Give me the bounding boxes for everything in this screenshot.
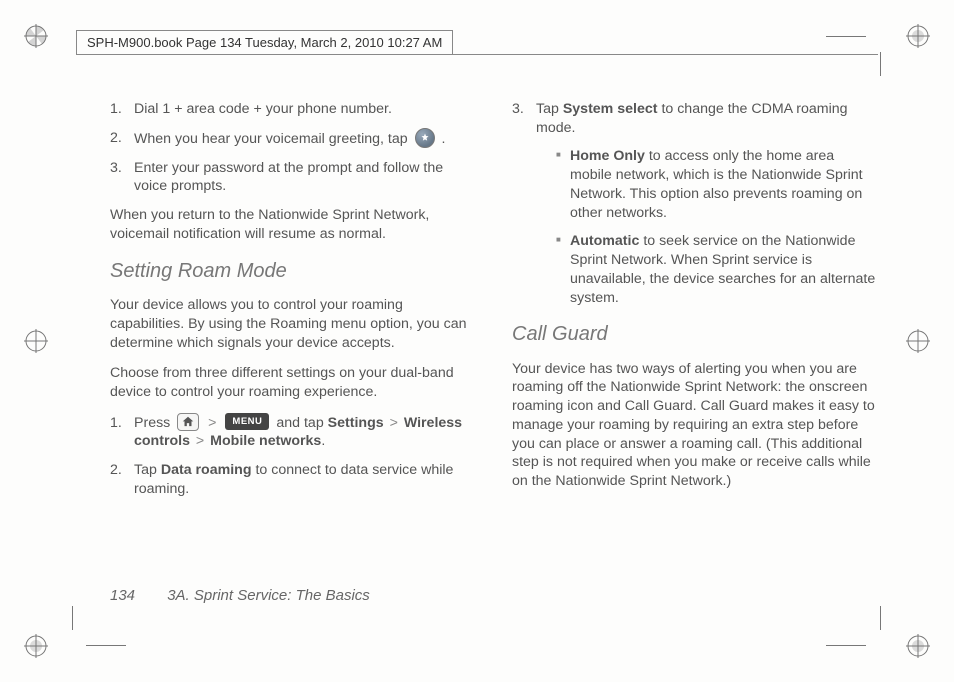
registration-mark-icon	[906, 24, 930, 48]
step-3b: 3. Tap System select to change the CDMA …	[512, 100, 878, 307]
body-paragraph: Your device allows you to control your r…	[110, 296, 476, 352]
registration-mark-icon	[24, 329, 48, 353]
crop-mark	[86, 645, 126, 646]
ui-path-label: Settings	[328, 415, 384, 431]
star-key-icon	[415, 128, 435, 148]
bullet-item: Automatic to seek service on the Nationw…	[556, 232, 878, 307]
step-text: Press	[134, 415, 174, 431]
section-heading: Call Guard	[512, 321, 878, 347]
body-paragraph: When you return to the Nationwide Sprint…	[110, 206, 476, 243]
menu-key-icon: MENU	[225, 413, 269, 430]
column-right: 3. Tap System select to change the CDMA …	[512, 100, 878, 509]
print-stamp: SPH-M900.book Page 134 Tuesday, March 2,…	[76, 30, 453, 55]
registration-mark-icon	[906, 634, 930, 658]
registration-mark-icon	[24, 634, 48, 658]
step-text: Tap	[134, 462, 161, 478]
ui-option-label: System select	[563, 101, 658, 117]
crop-mark	[72, 606, 73, 630]
step-2b: 2. Tap Data roaming to connect to data s…	[110, 461, 476, 498]
option-name: Automatic	[570, 233, 639, 249]
registration-mark-icon	[906, 329, 930, 353]
bullet-item: Home Only to access only the home area m…	[556, 147, 878, 222]
step-text: When you hear your voicemail greeting, t…	[134, 130, 412, 146]
step-text: .	[321, 433, 325, 449]
section-heading: Setting Roam Mode	[110, 258, 476, 284]
ui-option-label: Data roaming	[161, 462, 252, 478]
step-text: Tap	[536, 101, 563, 117]
page-number: 134	[110, 587, 135, 604]
step-text: Dial 1 + area code + your phone number.	[134, 101, 392, 117]
step-3: 3.Enter your password at the prompt and …	[110, 159, 476, 196]
chevron-right-icon: >	[206, 415, 218, 431]
step-text: and tap	[276, 415, 327, 431]
ui-path-label: Mobile networks	[210, 433, 321, 449]
body-paragraph: Your device has two ways of alerting you…	[512, 360, 878, 491]
step-1: 1.Dial 1 + area code + your phone number…	[110, 100, 476, 119]
footer-section-title: 3A. Sprint Service: The Basics	[167, 587, 370, 604]
home-key-icon	[177, 413, 199, 431]
page-footer: 134 3A. Sprint Service: The Basics	[110, 587, 370, 604]
chevron-right-icon: >	[194, 433, 206, 449]
chevron-right-icon: >	[388, 415, 400, 431]
step-1b: 1. Press > MENU and tap Settings > Wirel…	[110, 414, 476, 451]
option-name: Home Only	[570, 148, 645, 164]
page-content: 1.Dial 1 + area code + your phone number…	[110, 100, 878, 622]
step-text: Enter your password at the prompt and fo…	[134, 160, 443, 195]
body-paragraph: Choose from three different settings on …	[110, 364, 476, 401]
step-text: .	[442, 130, 446, 146]
step-2: 2. When you hear your voicemail greeting…	[110, 129, 476, 149]
crop-mark	[880, 606, 881, 630]
column-left: 1.Dial 1 + area code + your phone number…	[110, 100, 476, 509]
crop-mark	[880, 52, 881, 76]
crop-mark	[826, 36, 866, 37]
registration-mark-icon	[24, 24, 48, 48]
crop-mark	[826, 645, 866, 646]
